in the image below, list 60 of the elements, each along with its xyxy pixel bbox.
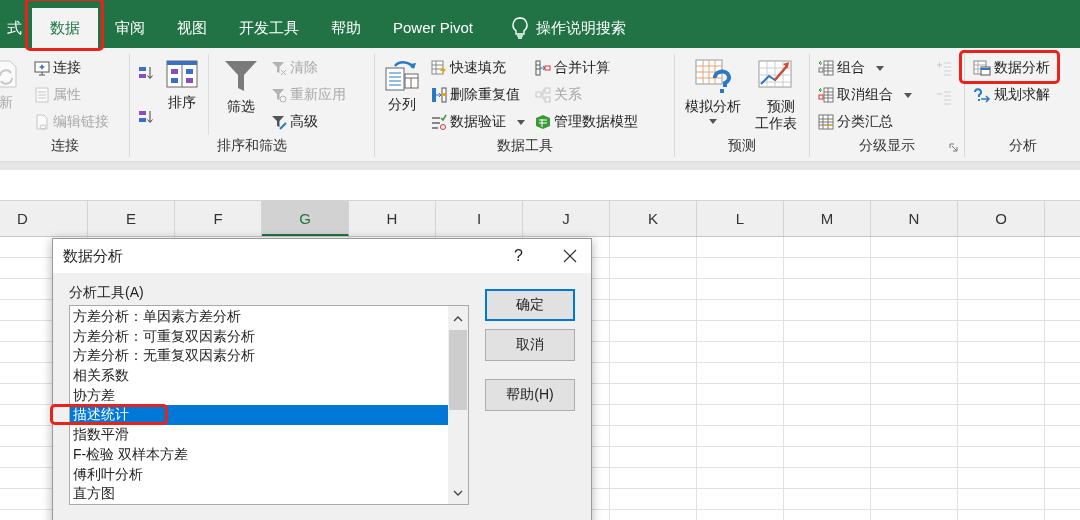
search-field[interactable]: 操作说明搜索 bbox=[512, 8, 627, 48]
ribbon-button[interactable]: 规划求解 bbox=[971, 83, 1052, 107]
list-item[interactable]: 协方差 bbox=[70, 385, 448, 406]
ribbon-tab[interactable]: 审阅 bbox=[100, 8, 160, 48]
list-item[interactable]: 方差分析：单因素方差分析 bbox=[70, 307, 448, 327]
ribbon-tab[interactable]: 帮助 bbox=[316, 8, 376, 48]
column-header[interactable]: L bbox=[697, 201, 784, 236]
group-label: 分析 bbox=[1008, 137, 1037, 155]
list-item[interactable]: 方差分析：无重复双因素分析 bbox=[70, 346, 448, 367]
ribbon-button[interactable]: 连接 bbox=[32, 56, 111, 80]
column-header[interactable]: G bbox=[262, 201, 349, 236]
column-header[interactable]: E bbox=[88, 201, 175, 236]
ribbon-button[interactable]: 分类汇总 bbox=[816, 110, 914, 134]
ribbon-button[interactable]: 筛选 bbox=[219, 56, 263, 117]
column-header[interactable]: I bbox=[436, 201, 523, 236]
ribbon-button[interactable]: 删除重复值 bbox=[429, 83, 527, 107]
list-item[interactable]: 直方图 bbox=[70, 484, 448, 504]
group-label: 连接 bbox=[50, 137, 79, 155]
column-header[interactable]: M bbox=[784, 201, 871, 236]
list-item[interactable]: 指数平滑 bbox=[70, 425, 448, 445]
help-button[interactable]: ? bbox=[514, 247, 523, 265]
list-item[interactable]: 描述统计 bbox=[70, 405, 448, 426]
ribbon-tab[interactable]: Power Pivot bbox=[378, 8, 489, 48]
ribbon-button[interactable]: 组合 bbox=[816, 56, 914, 80]
dialog-button[interactable]: 帮助(H) bbox=[485, 379, 575, 411]
ribbon-button[interactable]: 排序 bbox=[162, 56, 202, 113]
list-label: 分析工具(A) bbox=[69, 283, 145, 302]
column-header[interactable]: J bbox=[523, 201, 610, 236]
list-item[interactable]: 傅利叶分析 bbox=[70, 464, 448, 485]
list-item[interactable]: F-检验 双样本方差 bbox=[70, 444, 448, 465]
ribbon-tab[interactable]: 开发工具 bbox=[224, 8, 314, 48]
group-label: 排序和筛选 bbox=[217, 137, 287, 155]
dialog-title: 数据分析 bbox=[63, 246, 124, 266]
ribbon-button[interactable]: 数据验证 bbox=[429, 110, 527, 134]
group-label: 数据工具 bbox=[496, 137, 553, 155]
list-box[interactable]: 方差分析：单因素方差分析 方差分析：可重复双因素分析 方差分析：无重复双因素分析 相关系数 协方差 描述统计 指数平滑 F-检验 双样本方差 傅利叶分析 直方图 bbox=[69, 305, 469, 505]
ribbon-button[interactable]: 模拟分析 bbox=[681, 56, 745, 126]
ribbon-tab[interactable]: 视图 bbox=[162, 8, 222, 48]
ribbon-tab[interactable]: 式 bbox=[0, 8, 30, 48]
column-header[interactable]: H bbox=[349, 201, 436, 236]
group-label: 分级显示 bbox=[859, 137, 915, 155]
ribbon-button[interactable]: 管理数据模型 bbox=[533, 110, 640, 134]
list-item[interactable]: 相关系数 bbox=[70, 366, 448, 386]
dialog-button[interactable]: 取消 bbox=[485, 329, 575, 361]
list-item[interactable]: 方差分析：可重复双因素分析 bbox=[70, 326, 448, 347]
group-label: 预测 bbox=[728, 137, 756, 155]
ribbon-button[interactable]: 高级 bbox=[269, 110, 348, 134]
ribbon-button[interactable]: 数据分析 bbox=[971, 56, 1052, 80]
column-header[interactable]: K bbox=[610, 201, 697, 236]
column-header[interactable]: O bbox=[958, 201, 1045, 236]
column-header[interactable]: N bbox=[871, 201, 958, 236]
ribbon-button[interactable]: 取消组合 bbox=[816, 83, 914, 107]
ribbon-button[interactable]: 合并计算 bbox=[533, 56, 640, 80]
dialog-button[interactable]: 确定 bbox=[485, 289, 575, 321]
ribbon-button[interactable]: 预测工作表 bbox=[751, 56, 802, 134]
search-label: 操作说明搜索 bbox=[536, 18, 627, 38]
ribbon-button[interactable]: 快速填充 bbox=[429, 56, 527, 80]
column-header[interactable]: D bbox=[0, 201, 88, 236]
ribbon-button[interactable]: 分列 bbox=[381, 56, 423, 115]
ribbon-tab[interactable]: 数据 bbox=[32, 8, 98, 48]
